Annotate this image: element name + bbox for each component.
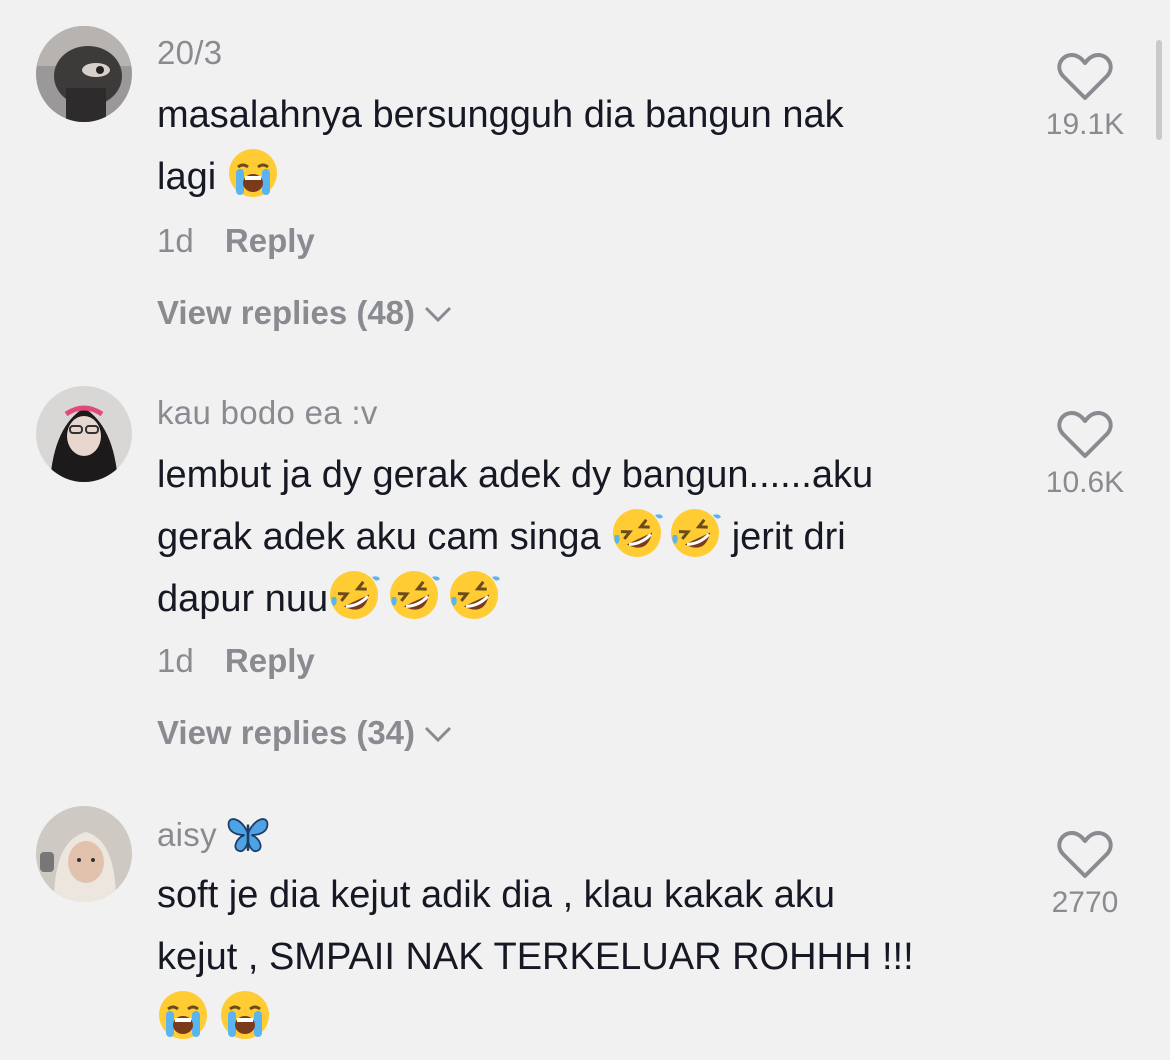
like-count: 10.6K: [1045, 466, 1125, 499]
rolling-on-floor-laughing-icon: [611, 507, 664, 559]
rolling-on-floor-laughing-icon: [328, 569, 381, 621]
loudly-crying-face-icon: [157, 989, 209, 1041]
comment-meta: 1d Reply: [157, 642, 315, 680]
rolling-on-floor-laughing-icon: [448, 569, 501, 621]
heart-icon: [1057, 411, 1113, 458]
loudly-crying-face-icon: [219, 989, 271, 1041]
like-button[interactable]: 19.1K: [1030, 52, 1140, 142]
chevron-down-icon: [423, 294, 453, 332]
avatar[interactable]: [36, 26, 132, 122]
view-replies-button[interactable]: View replies (34): [157, 714, 453, 752]
heart-icon: [1057, 831, 1113, 878]
like-count: 2770: [1051, 886, 1119, 919]
comment-username[interactable]: aisy: [157, 812, 271, 858]
comment-time: 1d: [157, 642, 194, 679]
comment-text: soft je dia kejut adik dia , klau kakak …: [157, 864, 997, 1050]
comment-time: 1d: [157, 222, 194, 259]
avatar[interactable]: [36, 806, 132, 902]
like-button[interactable]: 2770: [1030, 830, 1140, 920]
comment-text: masalahnya bersungguh dia bangun nak lag…: [157, 94, 844, 199]
view-replies-label: View replies (34): [157, 714, 416, 751]
comment-username[interactable]: kau bodo ea :v: [157, 394, 378, 432]
comment-meta: 1d Reply: [157, 222, 315, 260]
butterfly-icon: [225, 812, 271, 858]
avatar[interactable]: [36, 386, 132, 482]
loudly-crying-face-icon: [227, 147, 279, 199]
heart-icon: [1057, 53, 1113, 100]
view-replies-label: View replies (48): [157, 294, 416, 331]
view-replies-button[interactable]: View replies (48): [157, 294, 453, 332]
rolling-on-floor-laughing-icon: [388, 569, 441, 621]
comment-text: lembut ja dy gerak adek dy bangun......a…: [157, 444, 997, 630]
reply-button[interactable]: Reply: [225, 642, 315, 679]
scrollbar[interactable]: [1156, 40, 1162, 140]
like-count: 19.1K: [1045, 108, 1125, 141]
comment-username[interactable]: 20/3: [157, 34, 222, 72]
reply-button[interactable]: Reply: [225, 222, 315, 259]
chevron-down-icon: [423, 714, 453, 752]
rolling-on-floor-laughing-icon: [669, 507, 722, 559]
username-label: aisy: [157, 816, 217, 853]
like-button[interactable]: 10.6K: [1030, 410, 1140, 500]
